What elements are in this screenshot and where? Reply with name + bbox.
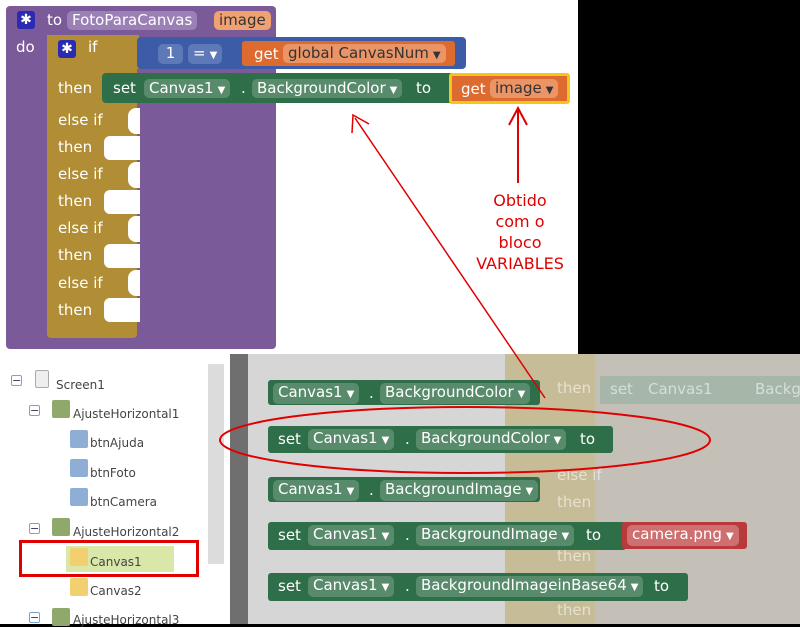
arrow-diagonal-head	[351, 113, 370, 134]
annotation-overlay	[219, 105, 711, 474]
arrow-diagonal-line	[354, 117, 546, 399]
highlight-ellipse	[219, 406, 711, 474]
